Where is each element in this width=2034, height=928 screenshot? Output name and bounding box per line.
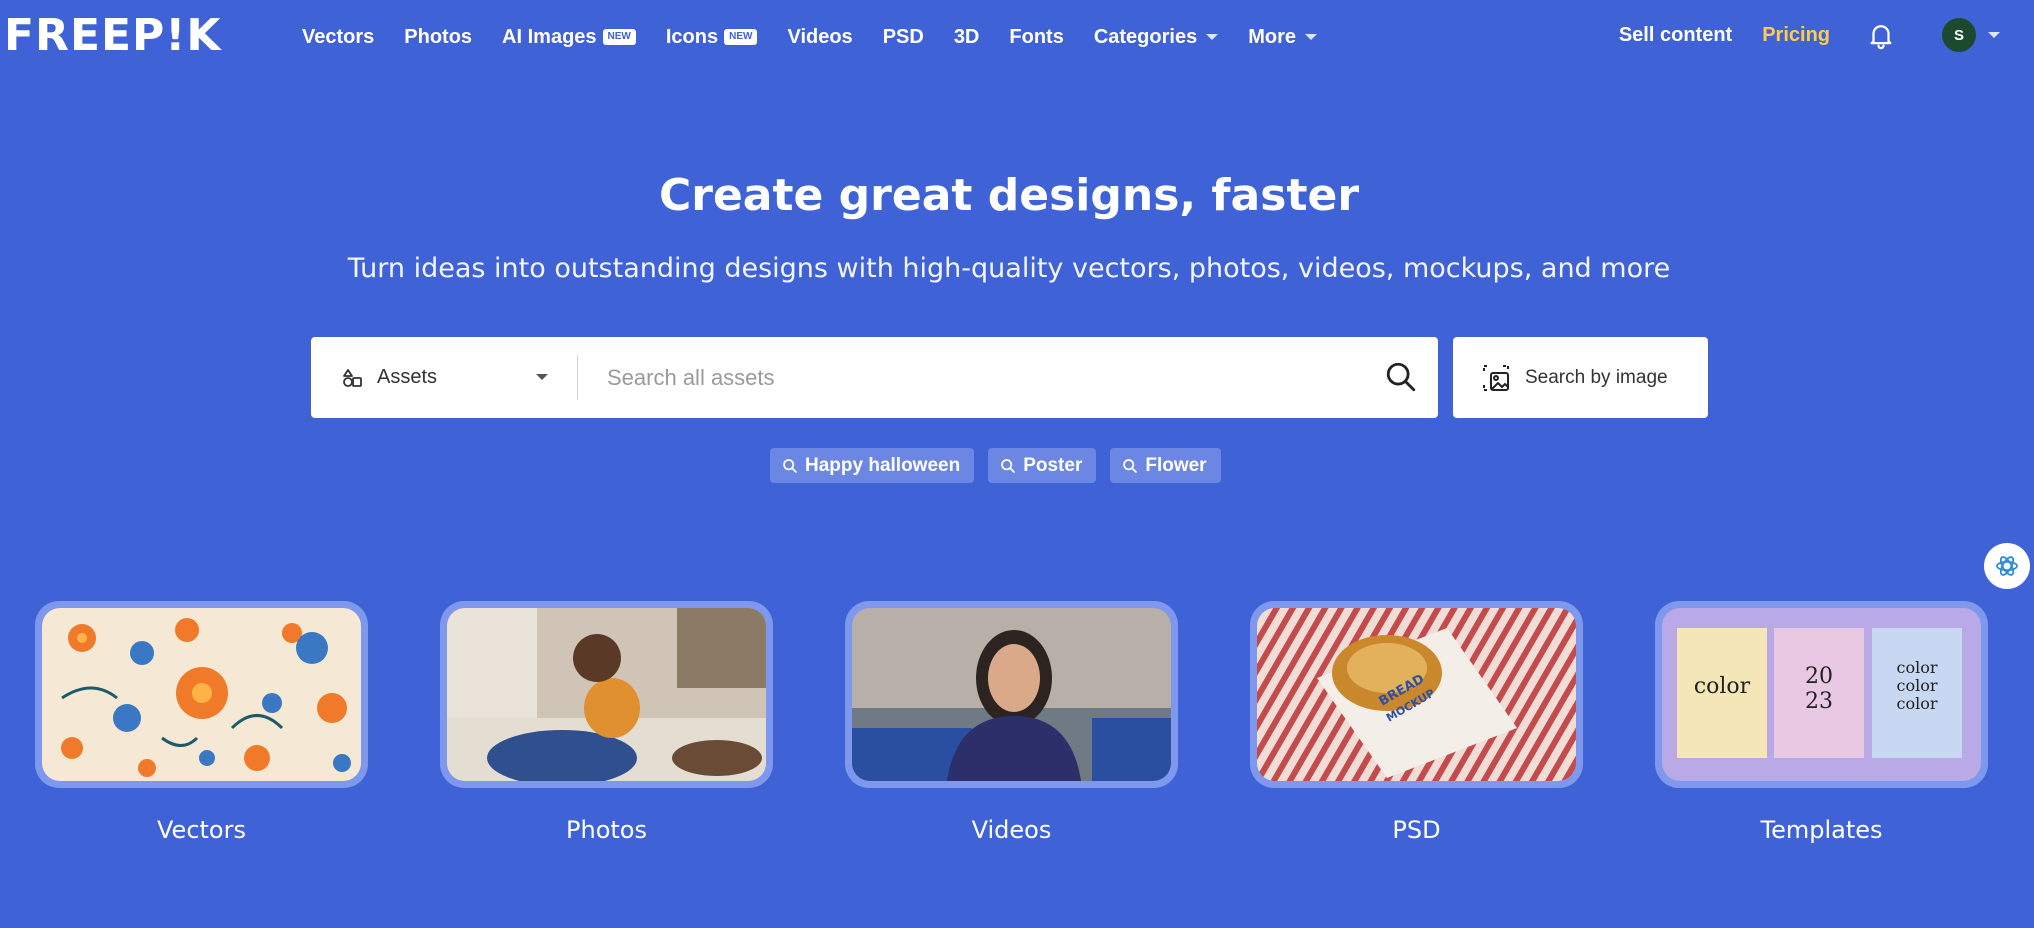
search-input[interactable] bbox=[607, 355, 1367, 400]
nav-photos-label: Photos bbox=[404, 26, 473, 48]
search-icon bbox=[1123, 458, 1138, 473]
search-icon[interactable] bbox=[1384, 360, 1418, 394]
page-title: Create great designs, faster bbox=[658, 170, 1360, 221]
card-frame: color 20 23 color color color bbox=[1655, 601, 1988, 788]
divider bbox=[577, 355, 578, 400]
templates-thumbnail: color 20 23 color color color bbox=[1662, 608, 1981, 781]
nav-fonts-label: Fonts bbox=[1009, 26, 1064, 48]
ai-assistant-icon bbox=[1996, 556, 2018, 576]
nav-categories-label: Categories bbox=[1093, 26, 1198, 48]
account-area: Sell content Pricing S bbox=[1619, 18, 2000, 52]
category-card-psd[interactable]: BREAD MOCKUP PSD bbox=[1250, 601, 1583, 844]
bell-icon[interactable] bbox=[1866, 20, 1896, 50]
psd-thumbnail: BREAD MOCKUP bbox=[1257, 608, 1576, 781]
nav-psd[interactable]: PSD bbox=[883, 22, 924, 52]
search-icon bbox=[1001, 458, 1016, 473]
suggestion-chip[interactable]: Flower bbox=[1110, 448, 1221, 483]
card-frame bbox=[440, 601, 773, 788]
nav-ai-images[interactable]: AI Images NEW bbox=[502, 22, 636, 52]
chevron-down-icon bbox=[1305, 34, 1317, 40]
main-menu: Vectors Photos AI Images NEW Icons NEW Vid… bbox=[302, 22, 1347, 52]
chevron-down-icon bbox=[1206, 34, 1219, 40]
template-text: color bbox=[1897, 694, 1938, 713]
template-text: 23 bbox=[1805, 689, 1833, 714]
photos-thumbnail bbox=[447, 608, 766, 781]
nav-categories[interactable]: Categories bbox=[1093, 22, 1219, 52]
search-by-image-label: Search by image bbox=[1525, 366, 1668, 388]
category-card-videos[interactable]: Videos bbox=[845, 601, 1178, 844]
card-frame: BREAD MOCKUP bbox=[1250, 601, 1583, 788]
videos-thumbnail bbox=[852, 608, 1171, 781]
template-text: color bbox=[1897, 676, 1938, 695]
nav-photos[interactable]: Photos bbox=[404, 22, 472, 52]
suggestion-chip[interactable]: Poster bbox=[988, 448, 1097, 483]
card-frame bbox=[845, 601, 1178, 788]
pricing-link[interactable]: Pricing bbox=[1762, 24, 1830, 47]
page-subtitle: Turn ideas into outstanding designs with… bbox=[347, 253, 1671, 284]
template-text: color bbox=[1897, 658, 1938, 677]
category-label: Templates bbox=[1760, 816, 1883, 844]
category-card-templates[interactable]: color 20 23 color color color Templates bbox=[1655, 601, 1988, 844]
chevron-down-icon[interactable] bbox=[1988, 32, 2000, 38]
nav-more-label: More bbox=[1248, 26, 1296, 48]
category-card-vectors[interactable]: Vectors bbox=[35, 601, 368, 844]
search-by-image-button[interactable]: Search by image bbox=[1453, 337, 1708, 418]
image-search-icon bbox=[1483, 364, 1509, 391]
top-navigation: FREEP!K Vectors Photos AI Images NEW Icon… bbox=[0, 0, 2034, 74]
nav-3d-label: 3D bbox=[953, 26, 980, 48]
category-label: Photos bbox=[566, 816, 647, 844]
template-text: 20 bbox=[1805, 664, 1833, 689]
ai-assistant-button[interactable] bbox=[1984, 543, 2030, 589]
card-frame bbox=[35, 601, 368, 788]
freepik-logo[interactable]: FREEP!K bbox=[4, 14, 221, 58]
category-label: PSD bbox=[1392, 816, 1441, 844]
nav-fonts[interactable]: Fonts bbox=[1009, 22, 1063, 52]
category-card-photos[interactable]: Photos bbox=[440, 601, 773, 844]
nav-icons[interactable]: Icons NEW bbox=[666, 22, 758, 52]
asset-type-select[interactable]: Assets bbox=[311, 337, 578, 418]
nav-videos-label: Videos bbox=[787, 26, 853, 48]
category-label: Videos bbox=[971, 816, 1052, 844]
nav-more[interactable]: More bbox=[1248, 22, 1317, 52]
suggested-searches: Happy halloween Poster Flower bbox=[770, 448, 1235, 483]
suggestion-label: Flower bbox=[1145, 454, 1207, 476]
search-bar: Assets bbox=[311, 337, 1438, 418]
new-badge: NEW bbox=[602, 29, 636, 45]
suggestion-label: Happy halloween bbox=[805, 454, 961, 476]
nav-3d[interactable]: 3D bbox=[954, 22, 980, 52]
nav-videos[interactable]: Videos bbox=[787, 22, 852, 52]
nav-psd-label: PSD bbox=[882, 26, 924, 48]
suggestion-label: Poster bbox=[1023, 454, 1083, 476]
new-badge: NEW bbox=[724, 29, 758, 45]
search-icon bbox=[783, 458, 797, 473]
chevron-down-icon bbox=[536, 374, 548, 380]
suggestion-chip[interactable]: Happy halloween bbox=[770, 448, 975, 483]
category-label: Vectors bbox=[157, 816, 246, 844]
nav-vectors[interactable]: Vectors bbox=[302, 22, 374, 52]
nav-ai-images-label: AI Images bbox=[502, 26, 597, 48]
nav-vectors-label: Vectors bbox=[302, 26, 375, 48]
template-text: color bbox=[1694, 674, 1751, 699]
asset-type-label: Assets bbox=[377, 366, 438, 388]
vectors-thumbnail bbox=[42, 608, 361, 781]
sell-content-link[interactable]: Sell content bbox=[1619, 24, 1732, 47]
nav-icons-label: Icons bbox=[665, 26, 719, 48]
assets-icon bbox=[343, 368, 362, 387]
avatar[interactable]: S bbox=[1942, 18, 1976, 52]
